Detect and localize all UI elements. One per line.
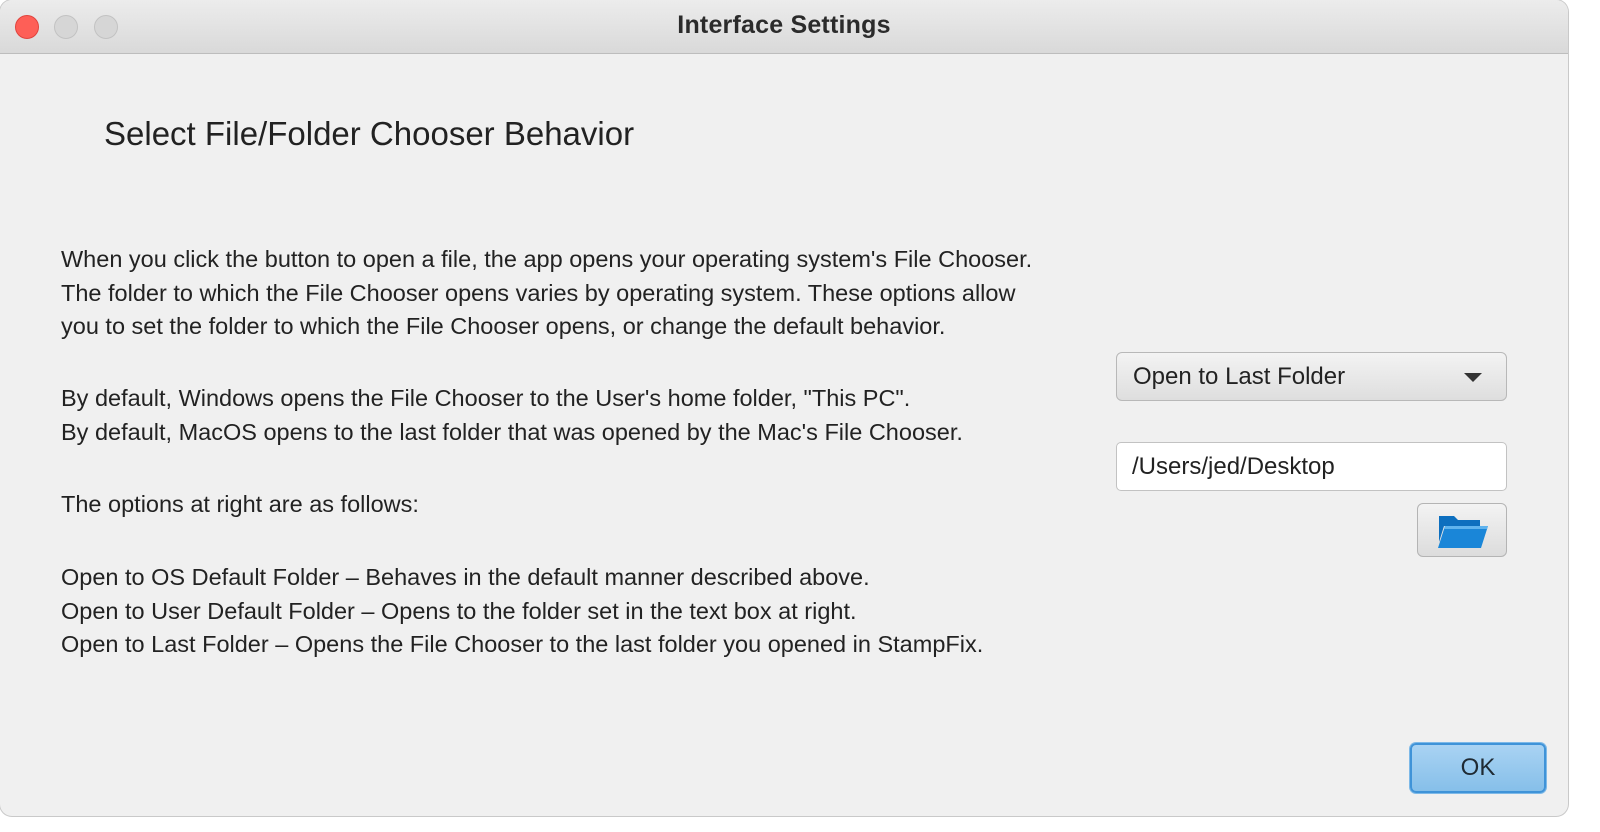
options-intro: The options at right are as follows: [61,491,419,517]
chevron-down-icon [1464,373,1482,382]
browse-folder-button[interactable] [1417,503,1507,557]
intro-paragraph: When you click the button to open a file… [61,243,1032,344]
defaults-line: By default, MacOS opens to the last fold… [61,418,963,445]
interface-settings-window: Interface Settings Select File/Folder Ch… [0,0,1568,816]
chooser-mode-dropdown[interactable]: Open to Last Folder [1116,352,1507,401]
defaults-line: By default, Windows opens the File Choos… [61,385,911,411]
ok-button[interactable]: OK [1410,743,1546,793]
page-heading: Select File/Folder Chooser Behavior [104,115,635,152]
folder-open-icon [1438,516,1488,548]
defaults-paragraph: By default, Windows opens the File Choos… [61,382,963,449]
chooser-mode-selected: Open to Last Folder [1133,363,1346,390]
intro-line: When you click the button to open a file… [61,246,1033,272]
window-title: Interface Settings [677,11,891,39]
options-list: Open to OS Default Folder – Behaves in t… [61,561,983,662]
intro-line: The folder to which the File Chooser ope… [61,279,1016,306]
intro-line: you to set the folder to which the File … [61,313,946,339]
option-description: Open to Last Folder – Opens the File Cho… [61,631,984,657]
title-bar[interactable]: Interface Settings [0,0,1568,54]
option-description: Open to OS Default Folder – Behaves in t… [61,564,870,590]
default-folder-field[interactable] [1116,442,1507,491]
option-description: Open to User Default Folder – Opens to t… [61,597,857,624]
